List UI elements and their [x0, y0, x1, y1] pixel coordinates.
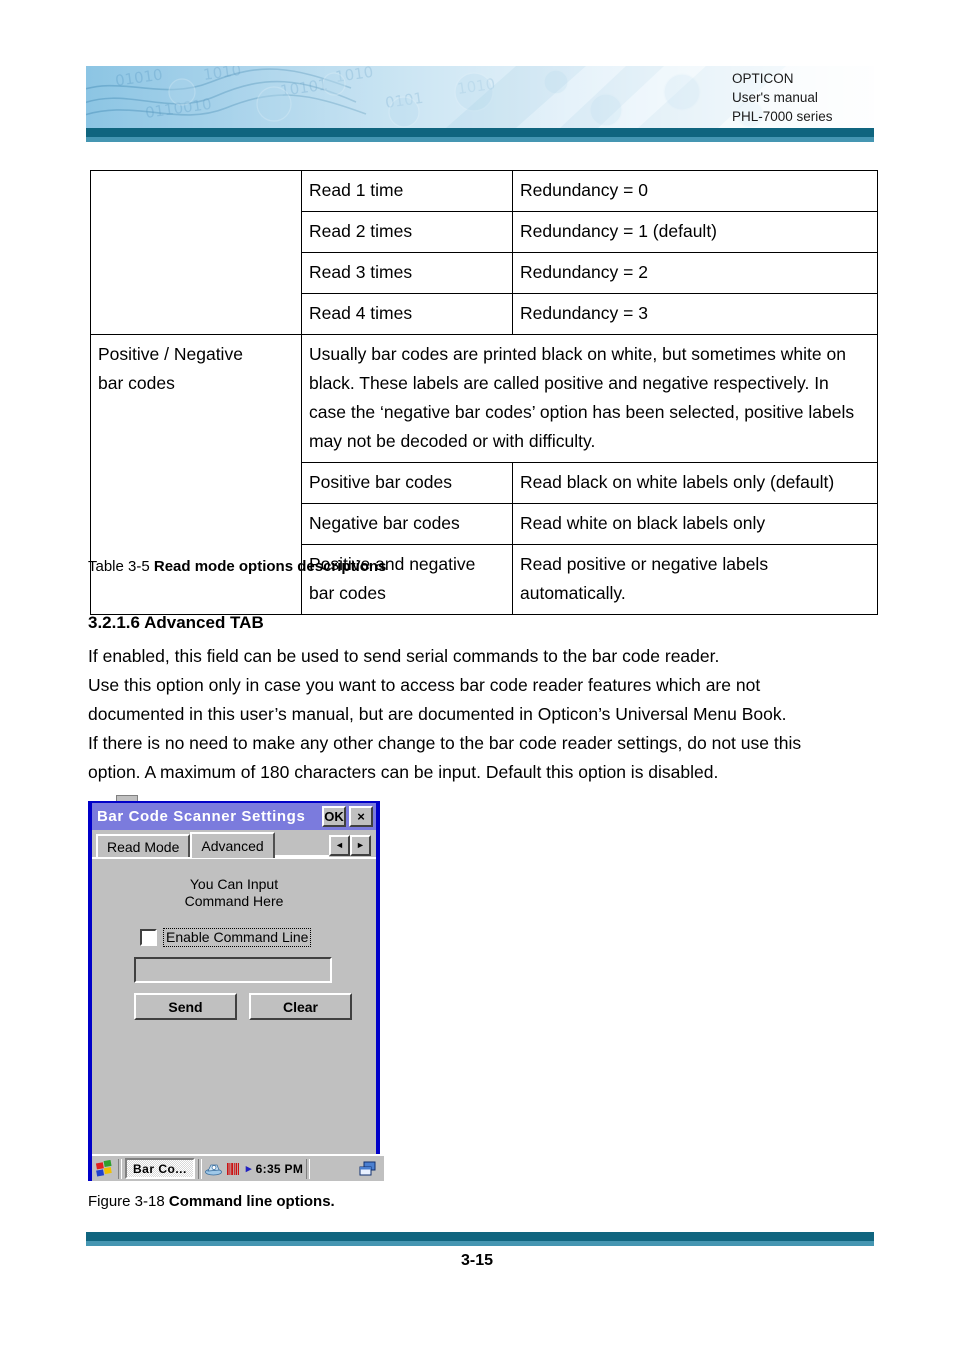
header-product: PHL-7000 series: [732, 109, 833, 124]
page-number: 3-15: [460, 1252, 494, 1269]
table-cell-option: Read 3 times: [301, 252, 513, 294]
table-cell-option: Read 4 times: [301, 293, 513, 335]
device-screenshot-figure: Bar Code Scanner Settings OK × Read Mode…: [88, 795, 384, 1181]
footer-rule-light: [86, 1241, 874, 1246]
tab-strip-filler: [274, 832, 329, 857]
section-body: If enabled, this field can be used to se…: [88, 642, 888, 787]
device-window-frame: Bar Code Scanner Settings OK × Read Mode…: [88, 801, 384, 1181]
taskbar-system-tray: ▸ 6:35 PM: [204, 1161, 303, 1176]
table-row: Read 1 time Redundancy = 0: [90, 170, 878, 335]
table-cell-description: Read positive or negative labels automat…: [512, 544, 878, 615]
header-rule-dark: [86, 128, 874, 137]
table-cell-description: Redundancy = 3: [512, 293, 878, 335]
table-row-positive-negative: Positive / Negative bar codes Usually ba…: [90, 334, 878, 615]
table-cell-option: Positive bar codes: [301, 462, 513, 504]
tab-read-mode[interactable]: Read Mode: [96, 834, 191, 857]
table-cell-option: Positive and negative bar codes: [301, 544, 513, 615]
scroll-left-icon[interactable]: ◄: [329, 835, 350, 856]
body-line: Use this option only in case you want to…: [88, 675, 761, 695]
body-line: documented in this user’s manual, but ar…: [88, 704, 787, 724]
device-tab-strip: Read Mode Advanced ◄ ►: [92, 830, 376, 858]
table-cell-description: Read black on white labels only (default…: [512, 462, 878, 504]
taskbar-separator: [197, 1158, 202, 1179]
scanner-icon[interactable]: [204, 1161, 222, 1176]
figure-caption-bold: Command line options.: [168, 1193, 335, 1210]
prompt-line2: Command Here: [184, 893, 284, 909]
windows-start-icon[interactable]: [95, 1159, 115, 1178]
table-caption: Table 3-5 Read mode options descriptions: [88, 558, 386, 575]
read-mode-options-table: Read 1 time Redundancy = 0 Read 2 times …: [90, 170, 878, 615]
show-desktop-icon[interactable]: [359, 1161, 377, 1177]
close-icon[interactable]: ×: [349, 806, 373, 827]
command-action-buttons: Send Clear: [134, 993, 376, 1020]
barcode-icon[interactable]: [226, 1162, 242, 1176]
header-brand: OPTICON: [732, 71, 794, 86]
clear-button[interactable]: Clear: [249, 993, 352, 1020]
table-caption-prefix: Table 3-5: [88, 558, 154, 575]
header-rule-light: [86, 137, 874, 142]
enable-command-line-row[interactable]: Enable Command Line: [140, 928, 376, 947]
play-icon: ▸: [245, 1163, 252, 1175]
table-cell-description: Redundancy = 0: [512, 170, 878, 212]
category-label-line1: Positive / Negative: [98, 344, 243, 364]
taskbar-task-button[interactable]: Bar Co...: [125, 1158, 195, 1179]
device-window-title: Bar Code Scanner Settings: [97, 808, 306, 825]
ok-button[interactable]: OK: [322, 806, 346, 827]
table-cell-blank: [90, 170, 302, 335]
table-caption-bold: Read mode options descriptions: [153, 558, 387, 575]
tab-scroll-spinner: ◄ ►: [329, 835, 371, 856]
device-titlebar: Bar Code Scanner Settings OK ×: [92, 803, 376, 830]
tab-advanced[interactable]: Advanced: [190, 832, 275, 858]
header-banner: 01010 1010 0110010 10101 0101 1010 1010: [86, 66, 874, 128]
device-taskbar: Bar Co... ▸ 6:35 PM: [92, 1154, 384, 1181]
table-cell-option: Negative bar codes: [301, 503, 513, 545]
table-cell-category-description: Usually bar codes are printed black on w…: [301, 334, 878, 463]
table-cell-description: Read white on black labels only: [512, 503, 878, 545]
enable-command-line-checkbox[interactable]: [140, 929, 157, 946]
figure-caption-prefix: Figure 3-18: [88, 1193, 169, 1210]
header-doc-type: User's manual: [732, 90, 818, 105]
command-prompt-text: You Can Input Command Here: [92, 859, 376, 910]
footer-rule-dark: [86, 1232, 874, 1241]
section-heading: 3.2.1.6 Advanced TAB: [88, 613, 264, 632]
table-cell-description: Redundancy = 1 (default): [512, 211, 878, 253]
scroll-right-icon[interactable]: ►: [350, 835, 371, 856]
device-tab-content: You Can Input Command Here Enable Comman…: [92, 857, 376, 1151]
send-button[interactable]: Send: [134, 993, 237, 1020]
table-cell-option: Read 1 time: [301, 170, 513, 212]
taskbar-clock[interactable]: 6:35 PM: [256, 1162, 303, 1176]
enable-command-line-label[interactable]: Enable Command Line: [163, 928, 312, 947]
category-label-line2: bar codes: [98, 373, 175, 393]
table-cell-description: Redundancy = 2: [512, 252, 878, 294]
command-input-field[interactable]: [134, 957, 332, 983]
header-brand-block: OPTICON User's manual PHL-7000 series: [732, 69, 872, 126]
prompt-line1: You Can Input: [189, 876, 279, 892]
body-line: If there is no need to make any other ch…: [88, 733, 802, 753]
figure-caption: Figure 3-18 Command line options.: [88, 1193, 335, 1210]
taskbar-separator: [118, 1158, 122, 1179]
taskbar-separator: [306, 1158, 311, 1179]
body-line: If enabled, this field can be used to se…: [88, 646, 720, 666]
body-line: option. A maximum of 180 characters can …: [88, 762, 719, 782]
table-cell-option: Read 2 times: [301, 211, 513, 253]
